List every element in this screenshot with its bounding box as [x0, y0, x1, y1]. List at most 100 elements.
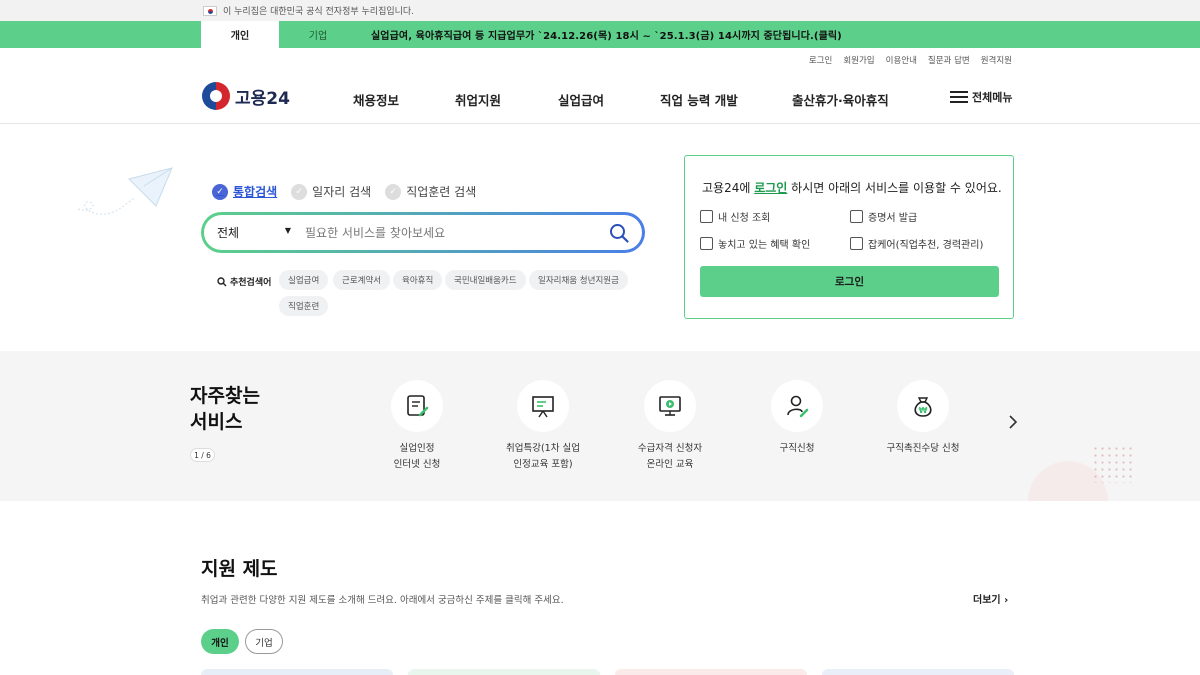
recommend-label: 추천검색어 [217, 275, 271, 288]
select-value: 전체 [217, 226, 240, 240]
pager: 1 / 6 [190, 448, 215, 462]
support-tab-corporate[interactable]: 기업 [245, 629, 283, 654]
main-header: 고용24 채용정보 취업지원 실업급여 직업 능력 개발 출산휴가·육아휴직 전… [0, 72, 1200, 124]
support-title: 지원 제도 [201, 558, 278, 580]
title-prefix: 고용24에 [702, 181, 755, 195]
tab-label: 일자리 검색 [312, 185, 372, 199]
support-description: 취업과 관련한 다양한 지원 제도를 소개해 드려요. 아래에서 궁금하신 주제… [201, 595, 564, 606]
search-icon[interactable] [609, 223, 629, 243]
tab-personal[interactable]: 개인 [201, 21, 279, 48]
tab-integrated-search[interactable]: ✓ 통합검색 [212, 183, 277, 200]
recommend-label-text: 추천검색어 [230, 278, 272, 288]
certificate-link[interactable]: 증명서 발급 [850, 209, 917, 224]
presentation-icon [532, 396, 554, 418]
site-logo[interactable]: 고용24 [202, 82, 290, 110]
title-suffix: 하시면 아래의 서비스를 이용할 수 있어요. [787, 181, 1002, 195]
chevron-right-icon[interactable] [1006, 415, 1020, 429]
service-job-allowance[interactable]: ₩ 구직촉진수당 신청 [858, 380, 988, 457]
list-icon [700, 210, 713, 223]
item-label: 잡케어(직업추천, 경력관리) [868, 240, 984, 251]
search-box: 전체 ▼ [201, 212, 645, 253]
caret-down-icon: ▼ [284, 226, 291, 235]
keyword-chip[interactable]: 직업훈련 [279, 296, 329, 316]
korea-flag-icon [203, 5, 217, 16]
tab-label: 통합검색 [233, 185, 278, 199]
login-button[interactable]: 로그인 [700, 266, 999, 297]
svg-text:₩: ₩ [919, 406, 928, 415]
service-label: 취업특강(1차 실업 인정교육 포함) [506, 443, 580, 470]
search-category-select[interactable]: 전체 ▼ [204, 224, 299, 241]
item-label: 놓치고 있는 혜택 확인 [718, 240, 811, 251]
support-card[interactable] [615, 669, 807, 675]
keyword-chip[interactable]: 근로계약서 [333, 270, 391, 290]
support-card[interactable] [408, 669, 600, 675]
dot-pattern [1092, 445, 1132, 483]
login-card-title: 고용24에 로그인 하시면 아래의 서비스를 이용할 수 있어요. [702, 179, 1002, 196]
check-icon: ✓ [291, 183, 308, 200]
login-link[interactable]: 로그인 [754, 181, 787, 195]
all-menu-label: 전체메뉴 [972, 91, 1013, 104]
service-label: 구직신청 [779, 443, 815, 454]
frequent-services: 자주찾는 서비스 1 / 6 실업인정 인터넷 신청 취업특강(1차 실업 인정… [0, 351, 1200, 501]
document-search-icon [700, 237, 713, 250]
util-qna-link[interactable]: 질문과 답변 [928, 54, 970, 66]
hamburger-icon [950, 91, 968, 103]
support-card[interactable] [201, 669, 393, 675]
nav-parental-leave[interactable]: 출산휴가·육아휴직 [792, 90, 889, 109]
jobcare-link[interactable]: 잡케어(직업추천, 경력관리) [850, 236, 983, 251]
util-remote-link[interactable]: 원격지원 [981, 54, 1012, 66]
service-unemployment-recognition[interactable]: 실업인정 인터넷 신청 [352, 380, 482, 473]
nav-employment-support[interactable]: 취업지원 [455, 90, 501, 109]
gov-banner: 이 누리집은 대한민국 공식 전자정부 누리집입니다. [0, 0, 1200, 21]
money-bag-icon: ₩ [914, 397, 932, 417]
tab-job-search[interactable]: ✓ 일자리 검색 [291, 183, 371, 200]
clipboard-icon [850, 237, 863, 250]
item-label: 증명서 발급 [868, 213, 918, 224]
keyword-chip[interactable]: 국민내일배움카드 [445, 270, 526, 290]
tab-corporate[interactable]: 기업 [279, 21, 357, 48]
support-card[interactable] [822, 669, 1014, 675]
service-label: 구직촉진수당 신청 [886, 443, 960, 454]
logo-text: 고용24 [235, 88, 290, 109]
more-label: 더보기 [973, 595, 1001, 606]
more-link[interactable]: 더보기 › [973, 591, 1008, 606]
util-guide-link[interactable]: 이용안내 [886, 54, 917, 66]
service-lecture[interactable]: 취업특강(1차 실업 인정교육 포함) [478, 380, 608, 473]
title-line: 서비스 [190, 411, 243, 433]
keyword-chip[interactable]: 육아휴직 [393, 270, 443, 290]
search-small-icon [217, 276, 227, 286]
frequent-title: 자주찾는 서비스 [190, 383, 260, 435]
tab-training-search[interactable]: ✓ 직업훈련 검색 [385, 183, 476, 200]
search-input[interactable] [305, 225, 595, 240]
login-card: 고용24에 로그인 하시면 아래의 서비스를 이용할 수 있어요. 내 신청 조… [684, 155, 1014, 319]
check-icon: ✓ [385, 183, 402, 200]
service-job-application[interactable]: 구직신청 [732, 380, 862, 457]
item-label: 내 신청 조회 [718, 213, 771, 224]
my-application-link[interactable]: 내 신청 조회 [700, 209, 770, 224]
all-menu-button[interactable]: 전체메뉴 [950, 89, 1012, 105]
service-label: 실업인정 인터넷 신청 [393, 443, 441, 470]
paper-plane-icon [77, 167, 173, 215]
utility-nav: 로그인 회원가입 이용안내 질문과 답변 원격지원 [0, 48, 1200, 72]
support-section: 지원 제도 취업과 관련한 다양한 지원 제도를 소개해 드려요. 아래에서 궁… [0, 501, 1200, 675]
nav-skills-development[interactable]: 직업 능력 개발 [660, 90, 738, 109]
notice-bar: 개인 기업 실업급여, 육아휴직급여 등 지급업무가 `24.12.26(목) … [0, 21, 1200, 48]
title-line: 자주찾는 [190, 385, 260, 407]
support-tab-personal[interactable]: 개인 [201, 629, 239, 654]
keyword-chip[interactable]: 실업급여 [279, 270, 329, 290]
chevron-right-icon: › [1004, 595, 1009, 606]
service-online-education[interactable]: 수급자격 신청자 온라인 교육 [605, 380, 735, 473]
missed-benefit-link[interactable]: 놓치고 있는 혜택 확인 [700, 236, 810, 251]
check-icon: ✓ [212, 183, 228, 200]
tab-label: 직업훈련 검색 [406, 185, 477, 199]
service-label: 수급자격 신청자 온라인 교육 [637, 443, 703, 470]
keyword-chip[interactable]: 일자리채움 청년지원금 [529, 270, 628, 290]
util-signup-link[interactable]: 회원가입 [843, 54, 874, 66]
nav-unemployment-benefit[interactable]: 실업급여 [558, 90, 604, 109]
certificate-icon [850, 210, 863, 223]
notice-message[interactable]: 실업급여, 육아휴직급여 등 지급업무가 `24.12.26(목) 18시 ~ … [371, 27, 842, 42]
document-edit-icon [407, 395, 429, 417]
search-tabs: ✓ 통합검색 ✓ 일자리 검색 ✓ 직업훈련 검색 [212, 183, 476, 200]
nav-jobs[interactable]: 채용정보 [353, 90, 399, 109]
util-login-link[interactable]: 로그인 [809, 54, 832, 66]
